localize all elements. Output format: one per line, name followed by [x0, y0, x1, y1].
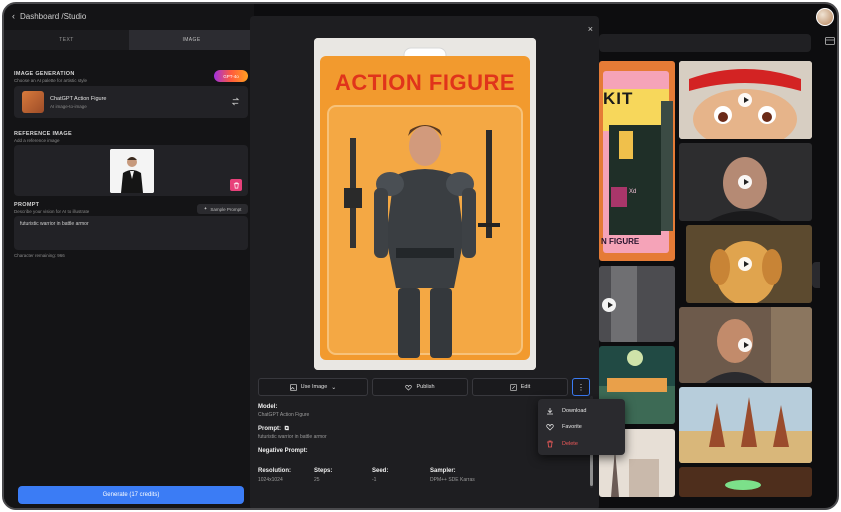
image-generation-title: IMAGE GENERATION [14, 71, 75, 77]
image-icon [289, 383, 297, 391]
tab-image[interactable]: IMAGE [129, 30, 254, 50]
use-image-button[interactable]: Use Image ⌄ [258, 378, 368, 396]
download-icon [547, 408, 553, 415]
tab-text[interactable]: TEXT [4, 30, 129, 50]
layout-icon[interactable] [825, 37, 835, 47]
delete-reference-button[interactable] [230, 179, 242, 191]
model-name: ChatGPT Action Figure [50, 96, 107, 102]
gallery-item-eiffel[interactable] [679, 387, 812, 463]
avatar[interactable] [816, 8, 834, 26]
generated-image: ACTION FIGURE [314, 38, 536, 370]
chevron-left-icon[interactable]: ‹ [12, 11, 15, 21]
more-options-button[interactable]: ⋮ [572, 378, 590, 396]
kit-badge: Xd [629, 189, 637, 195]
reference-image-title: REFERENCE IMAGE [14, 131, 72, 137]
sample-prompt-label: Sample Prompt [210, 206, 242, 212]
gallery-item-video-2[interactable] [679, 143, 812, 221]
app-window: ‹ Dashboard /Studio TEXT IMAGE IMAGE GEN… [2, 2, 839, 510]
hero-title: ACTION FIGURE [334, 70, 516, 95]
edit-icon [509, 383, 517, 391]
model-subtitle: AI image-to-image [50, 104, 87, 109]
reference-image-thumbnail [110, 149, 154, 193]
gallery-scroll-handle[interactable] [812, 262, 820, 288]
play-icon[interactable] [738, 175, 752, 189]
negative-prompt-label: Negative Prompt: [258, 448, 308, 454]
trash-icon [233, 182, 239, 188]
model-thumbnail [22, 91, 44, 113]
more-options-menu: Download Favorite Delete [538, 399, 625, 455]
play-icon[interactable] [602, 298, 616, 312]
close-icon[interactable]: × [588, 24, 593, 34]
generate-button[interactable]: Generate (17 credits) [18, 486, 244, 504]
menu-item-download[interactable]: Download [546, 405, 586, 417]
publish-label: Publish [416, 384, 435, 390]
kit-footer: N FIGURE [601, 237, 640, 246]
prompt-title: PROMPT [14, 202, 40, 208]
sparkle-icon: ✦ [203, 206, 208, 211]
model-label: Model: [258, 404, 278, 410]
prompt-value: futuristic warrior in battle armor [258, 434, 327, 440]
publish-button[interactable]: Publish [372, 378, 468, 396]
model-selector[interactable]: ChatGPT Action Figure AI image-to-image [14, 86, 248, 118]
reference-image-subtitle: Add a reference image [14, 138, 60, 143]
menu-item-download-label: Download [562, 408, 587, 414]
steps-label: Steps: [314, 468, 333, 474]
resolution-value: 1024x1024 [258, 477, 283, 483]
menu-item-delete[interactable]: Delete [546, 438, 578, 450]
chevron-down-icon: ⌄ [331, 384, 337, 391]
trash-icon [547, 440, 553, 448]
modal-scrollbar-thumb[interactable] [590, 454, 593, 486]
sample-prompt-button[interactable]: ✦ Sample Prompt [197, 204, 248, 214]
gallery-item-bottom[interactable] [679, 467, 812, 497]
edit-button[interactable]: Edit [472, 378, 568, 396]
kit-title: KIT [603, 89, 634, 108]
steps-value: 25 [314, 477, 320, 483]
use-image-label: Use Image [300, 384, 328, 390]
gallery-item-kit[interactable]: KIT Xd N FIGURE [599, 61, 675, 261]
gallery-item-video-1[interactable] [599, 266, 675, 342]
prompt-subtitle: Describe your vision for AI to illustrat… [14, 209, 90, 214]
play-icon[interactable] [738, 257, 752, 271]
reference-image-dropzone[interactable] [14, 145, 248, 196]
left-panel: ‹ Dashboard /Studio TEXT IMAGE IMAGE GEN… [4, 4, 254, 508]
gallery-item-video-3[interactable] [679, 307, 812, 383]
menu-item-delete-label: Delete [562, 441, 578, 447]
play-icon[interactable] [738, 93, 752, 107]
model-value: ChatGPT Action Figure [258, 412, 310, 418]
heart-icon [405, 384, 413, 391]
gallery-item-cartoon[interactable] [679, 61, 812, 139]
gallery-item-dog[interactable] [686, 225, 812, 303]
seed-value: -1 [372, 477, 377, 483]
prompt-input[interactable]: futuristic warrior in battle armor [14, 216, 248, 250]
copy-icon[interactable]: ⧉ [285, 426, 289, 432]
sampler-label: Sampler: [430, 468, 456, 474]
image-generation-subtitle: Choose an AI palette for artistic style [14, 78, 88, 83]
model-badge: GPT-4o [214, 70, 248, 82]
gallery-search-bar[interactable] [599, 34, 811, 52]
prompt-label-text: Prompt: [258, 426, 281, 432]
edit-label: Edit [520, 384, 531, 390]
breadcrumb[interactable]: ‹ Dashboard /Studio [4, 4, 254, 28]
character-remaining: Character remaining: 966 [14, 253, 65, 258]
menu-item-favorite-label: Favorite [562, 424, 582, 430]
play-icon[interactable] [738, 338, 752, 352]
menu-item-favorite[interactable]: Favorite [546, 421, 582, 433]
swap-icon[interactable] [231, 97, 240, 106]
sampler-value: DPM++ SDE Karras [430, 477, 475, 483]
mode-tabs: TEXT IMAGE [4, 30, 254, 50]
breadcrumb-text: Dashboard /Studio [20, 11, 87, 21]
heart-icon [546, 424, 554, 431]
prompt-label: Prompt: ⧉ [258, 426, 289, 433]
seed-label: Seed: [372, 468, 389, 474]
resolution-label: Resolution: [258, 468, 291, 474]
